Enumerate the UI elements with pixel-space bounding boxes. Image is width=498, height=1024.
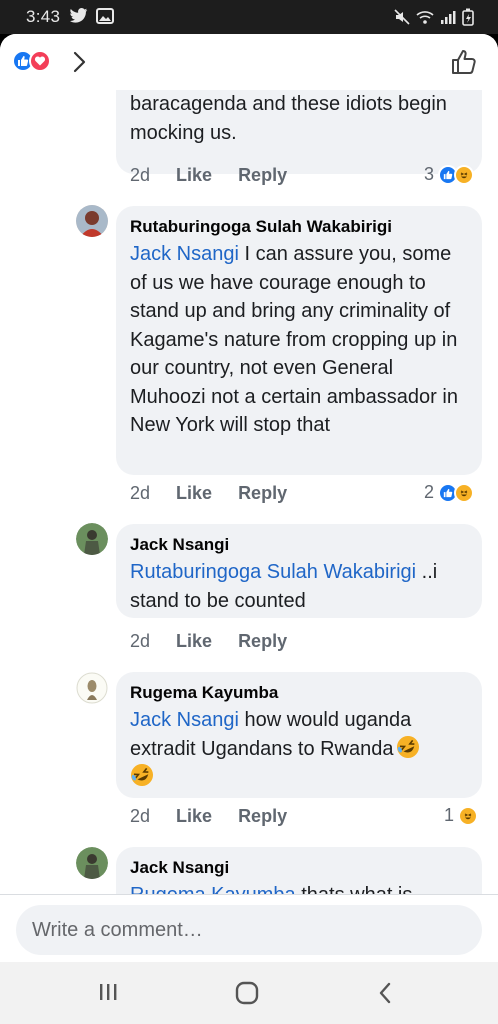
comment-age: 2d <box>130 483 151 503</box>
comment-reactions[interactable]: 1 <box>444 805 479 826</box>
comment-composer <box>0 894 498 962</box>
comment-bubble: Rugema Kayumba Jack Nsangi how would uga… <box>116 672 482 798</box>
haha-reaction-icon <box>458 805 479 826</box>
haha-reaction-icon <box>454 482 475 503</box>
comment-actions: 2d Like Reply <box>130 483 313 504</box>
like-button[interactable]: Like <box>176 483 212 504</box>
comment-author[interactable]: Rutaburingoga Sulah Wakabirigi <box>130 216 468 238</box>
reaction-count: 1 <box>444 805 455 825</box>
mention-link[interactable]: Jack Nsangi <box>130 243 239 265</box>
home-icon[interactable] <box>234 980 260 1006</box>
comment-bubble: Jack Nsangi Rutaburingoga Sulah Wakabiri… <box>116 524 482 618</box>
recent-apps-icon[interactable] <box>96 980 120 1004</box>
reaction-summary-button[interactable] <box>12 50 51 72</box>
comment-body: thats what is <box>296 884 412 894</box>
chevron-right-icon[interactable] <box>72 50 86 74</box>
comment-reactions[interactable]: 3 <box>424 164 475 185</box>
comment-bubble: Jack Nsangi Rugema Kayumba thats what is <box>116 847 482 894</box>
reaction-count: 3 <box>424 164 435 184</box>
comment-text: Rugema Kayumba thats what is <box>130 881 468 894</box>
sheet-header <box>0 34 498 90</box>
mention-link[interactable]: Rugema Kayumba <box>130 884 296 894</box>
comment-author[interactable]: Jack Nsangi <box>130 857 468 879</box>
status-time: 3:43 <box>26 7 61 26</box>
comment-author[interactable]: Rugema Kayumba <box>130 682 468 704</box>
reply-button[interactable]: Reply <box>238 483 287 504</box>
comment-text: Jack Nsangi how would uganda extradit Ug… <box>130 706 468 792</box>
avatar[interactable] <box>76 523 108 555</box>
like-button[interactable]: Like <box>176 165 212 186</box>
comment-actions: 2d Like Reply <box>130 165 313 186</box>
mute-icon <box>394 9 410 25</box>
comment-actions: 2d Like Reply <box>130 631 313 652</box>
reply-button[interactable]: Reply <box>238 806 287 827</box>
comment-text: Rutaburingoga Sulah Wakabirigi ..i stand… <box>130 558 468 615</box>
comments-list: baracagenda and these idiots begin mocki… <box>0 34 498 894</box>
reply-button[interactable]: Reply <box>238 165 287 186</box>
mention-link[interactable]: Jack Nsangi <box>130 709 239 731</box>
comment-age: 2d <box>130 165 151 185</box>
comment-age: 2d <box>130 631 151 651</box>
comment-actions: 2d Like Reply <box>130 806 313 827</box>
comments-sheet: baracagenda and these idiots begin mocki… <box>0 34 498 962</box>
gallery-notification-icon <box>96 8 114 24</box>
avatar[interactable] <box>76 205 108 237</box>
comment-age: 2d <box>130 806 151 826</box>
battery-icon <box>462 8 474 26</box>
twitter-notification-icon <box>70 8 88 23</box>
system-nav-bar <box>0 962 498 1024</box>
thumbs-up-outline-icon[interactable] <box>450 48 478 76</box>
comment-text: baracagenda and these idiots begin mocki… <box>130 93 447 144</box>
rofl-emoji-icon <box>396 735 420 759</box>
avatar[interactable] <box>76 672 108 704</box>
comment-bubble: Rutaburingoga Sulah Wakabirigi Jack Nsan… <box>116 206 482 475</box>
haha-reaction-icon <box>454 164 475 185</box>
avatar[interactable] <box>76 847 108 879</box>
status-bar: 3:43 <box>0 0 498 34</box>
reaction-count: 2 <box>424 482 435 502</box>
comment-text: Jack Nsangi I can assure you, some of us… <box>130 240 468 440</box>
wifi-icon <box>416 11 434 24</box>
rofl-emoji-icon <box>130 763 154 787</box>
reply-button[interactable]: Reply <box>238 631 287 652</box>
back-icon[interactable] <box>376 980 394 1006</box>
mention-link[interactable]: Rutaburingoga Sulah Wakabirigi <box>130 561 416 583</box>
love-reaction-icon <box>29 50 51 72</box>
comment-author[interactable]: Jack Nsangi <box>130 534 468 556</box>
comment-body: I can assure you, some of us we have cou… <box>130 243 458 436</box>
like-button[interactable]: Like <box>176 806 212 827</box>
like-button[interactable]: Like <box>176 631 212 652</box>
signal-icon <box>441 11 456 24</box>
comment-input[interactable] <box>16 905 482 955</box>
comment-reactions[interactable]: 2 <box>424 482 475 503</box>
